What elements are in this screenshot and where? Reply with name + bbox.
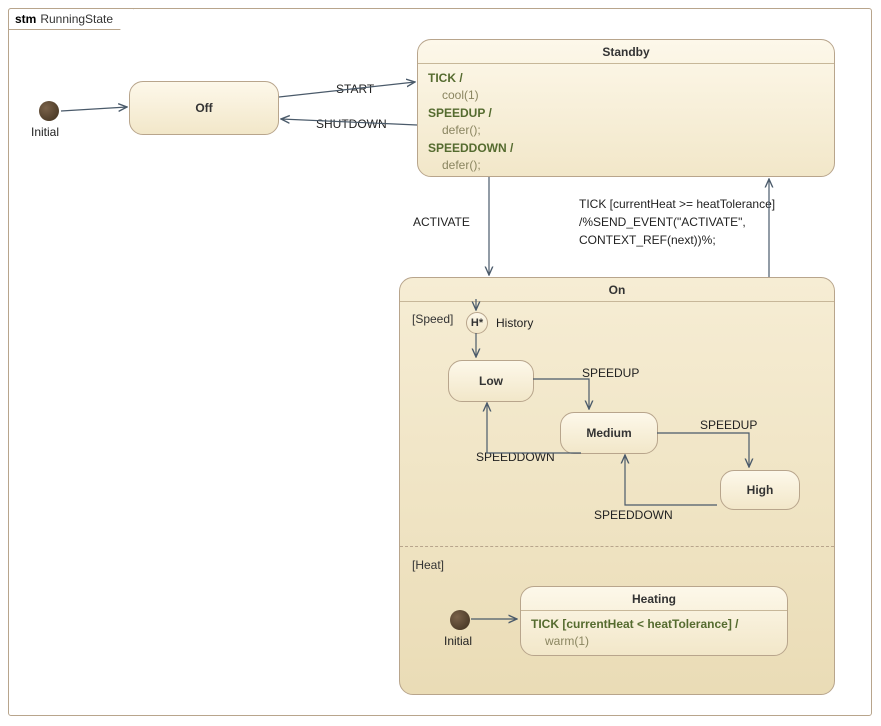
standby-action-0: cool(1) — [442, 88, 479, 102]
region-speed-label: [Speed] — [412, 312, 453, 326]
frame-keyword: stm — [15, 12, 36, 26]
transition-speeddown1-label: SPEEDDOWN — [476, 450, 555, 464]
frame-label: stm RunningState — [8, 8, 134, 30]
state-high-title: High — [747, 483, 774, 497]
state-on: On [Speed] H* History Low Medium High SP… — [399, 277, 835, 695]
state-heating-title: Heating — [521, 587, 787, 611]
state-low-title: Low — [479, 374, 503, 388]
standby-trigger-1: SPEEDUP / — [428, 106, 492, 120]
standby-trigger-0: TICK / — [428, 71, 463, 85]
state-standby-body: TICK / cool(1) SPEEDUP / defer(); SPEEDD… — [418, 64, 834, 180]
transition-start-label: START — [336, 82, 374, 96]
history-label: History — [496, 316, 533, 330]
heating-action: warm(1) — [531, 634, 589, 648]
history-glyph: H* — [471, 317, 483, 329]
state-standby-title: Standby — [418, 40, 834, 64]
state-off-title: Off — [195, 101, 212, 115]
state-medium-title: Medium — [586, 426, 631, 440]
transition-activate-label: ACTIVATE — [413, 215, 470, 229]
state-heating: Heating TICK [currentHeat < heatToleranc… — [520, 586, 788, 656]
transition-speeddown2-label: SPEEDDOWN — [594, 508, 673, 522]
transition-speedup1-label: SPEEDUP — [582, 366, 639, 380]
region-divider — [400, 546, 834, 547]
diagram-canvas: stm RunningState Initial Off Standby TICK… — [0, 0, 881, 726]
state-medium: Medium — [560, 412, 658, 454]
state-off: Off — [129, 81, 279, 135]
state-high: High — [720, 470, 800, 510]
standby-action-1: defer(); — [442, 123, 481, 137]
history-pseudostate: H* — [466, 312, 488, 334]
frame-title: RunningState — [40, 12, 113, 26]
standby-action-2: defer(); — [442, 158, 481, 172]
transition-shutdown-label: SHUTDOWN — [316, 117, 387, 131]
state-standby: Standby TICK / cool(1) SPEEDUP / defer()… — [417, 39, 835, 177]
standby-trigger-2: SPEEDDOWN / — [428, 141, 513, 155]
state-on-title: On — [400, 278, 834, 302]
initial-label: Initial — [31, 125, 59, 139]
initial-pseudostate — [39, 101, 59, 121]
transition-tick-overheat-label: TICK [currentHeat >= heatTolerance] /%SE… — [579, 195, 775, 249]
heat-initial-pseudostate — [450, 610, 470, 630]
heating-trigger: TICK [currentHeat < heatTolerance] / — [531, 617, 739, 631]
state-low: Low — [448, 360, 534, 402]
heat-initial-label: Initial — [444, 634, 472, 648]
state-machine-frame: stm RunningState Initial Off Standby TICK… — [8, 8, 872, 716]
region-heat-label: [Heat] — [412, 558, 444, 572]
transition-speedup2-label: SPEEDUP — [700, 418, 757, 432]
